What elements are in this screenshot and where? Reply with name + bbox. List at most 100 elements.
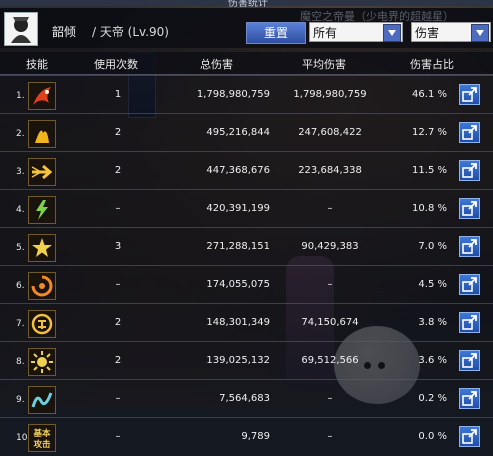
total-damage-cell: 139,025,132 bbox=[206, 355, 270, 366]
table-row: 10. 基本 攻击 –9,789–0.0 % bbox=[0, 417, 493, 456]
row-rank: 3. bbox=[16, 167, 25, 177]
star-strike-skill-icon bbox=[29, 235, 55, 261]
average-damage-cell: – bbox=[327, 203, 333, 214]
total-damage-cell: 1,798,980,759 bbox=[196, 89, 270, 100]
svg-text:攻击: 攻击 bbox=[33, 439, 51, 450]
row-rank: 7. bbox=[16, 319, 25, 329]
arrow-burst-skill-icon[interactable] bbox=[28, 158, 56, 186]
detail-button[interactable] bbox=[459, 236, 480, 257]
average-damage-cell: 90,429,383 bbox=[301, 241, 359, 252]
detail-button[interactable] bbox=[459, 426, 480, 447]
detail-button[interactable] bbox=[459, 198, 480, 219]
table-row: 4. – 420,391,199 – 10.8 % bbox=[0, 189, 493, 228]
damage-percent-cell: 3.8 % bbox=[418, 317, 447, 328]
uses-cell: – bbox=[115, 393, 121, 404]
uses-cell: – bbox=[115, 279, 121, 290]
export-icon bbox=[462, 163, 477, 178]
uses-cell: 1 bbox=[114, 89, 122, 100]
arrow-burst-skill-icon bbox=[29, 159, 55, 185]
export-icon bbox=[462, 239, 477, 254]
table-row: 5. 3 271,288,151 90,429,383 7.0 % bbox=[0, 227, 493, 266]
column-header-total: 总伤害 bbox=[200, 58, 233, 71]
flame-slash-skill-icon bbox=[29, 121, 55, 147]
column-header-percent: 伤害占比 bbox=[410, 58, 454, 71]
total-damage-cell: 7,564,683 bbox=[219, 393, 270, 404]
lightning-skill-icon[interactable] bbox=[28, 196, 56, 224]
row-rank: 6. bbox=[16, 281, 25, 291]
chevron-down-icon[interactable] bbox=[383, 24, 401, 42]
table-row: 8. 2 139,025,132 69,512,566 3.6 % bbox=[0, 341, 493, 380]
uses-cell: – bbox=[115, 431, 121, 442]
sun-skill-icon bbox=[29, 349, 55, 375]
export-icon bbox=[462, 125, 477, 140]
average-damage-cell: 1,798,980,759 bbox=[293, 89, 367, 100]
detail-button[interactable] bbox=[459, 350, 480, 371]
sort-select[interactable]: 伤害 bbox=[411, 22, 491, 42]
seal-ring-skill-icon[interactable] bbox=[28, 310, 56, 338]
export-icon bbox=[462, 429, 477, 444]
filter-select[interactable]: 所有 bbox=[309, 22, 403, 42]
phoenix-skill-icon[interactable] bbox=[28, 82, 56, 110]
phoenix-skill-icon bbox=[29, 83, 55, 109]
flame-slash-skill-icon[interactable] bbox=[28, 120, 56, 148]
star-strike-skill-icon[interactable] bbox=[28, 234, 56, 262]
window-titlebar[interactable]: 伤害统计 bbox=[0, 0, 493, 9]
table-row: 2. 2 495,216,844 247,608,422 12.7 % bbox=[0, 113, 493, 152]
damage-percent-cell: 3.6 % bbox=[418, 355, 447, 366]
table-row: 3. 2 447,368,676 223,684,338 11.5 % bbox=[0, 151, 493, 190]
detail-button[interactable] bbox=[459, 274, 480, 295]
character-name: 韶倾 bbox=[52, 25, 77, 39]
column-header-uses: 使用次数 bbox=[94, 58, 138, 71]
total-damage-cell: 174,055,075 bbox=[206, 279, 270, 290]
damage-percent-cell: 0.2 % bbox=[418, 393, 447, 404]
character-avatar bbox=[4, 12, 38, 46]
shadow-whirl-skill-icon[interactable] bbox=[28, 272, 56, 300]
sun-skill-icon[interactable] bbox=[28, 348, 56, 376]
detail-button[interactable] bbox=[459, 84, 480, 105]
character-portrait-icon bbox=[5, 13, 37, 45]
average-damage-cell: 223,684,338 bbox=[298, 165, 362, 176]
total-damage-cell: 495,216,844 bbox=[206, 127, 270, 138]
average-damage-cell: 69,512,566 bbox=[301, 355, 359, 366]
sort-select-value: 伤害 bbox=[415, 26, 440, 40]
average-damage-cell: 74,150,674 bbox=[301, 317, 359, 328]
character-class-level: / 天帝 (Lv.90) bbox=[92, 25, 169, 39]
uses-cell: 2 bbox=[114, 127, 122, 138]
svg-text:基本: 基本 bbox=[32, 428, 51, 439]
filter-select-value: 所有 bbox=[313, 26, 338, 40]
total-damage-cell: 9,789 bbox=[241, 431, 270, 442]
total-damage-cell: 447,368,676 bbox=[206, 165, 270, 176]
row-rank: 8. bbox=[16, 357, 25, 367]
table-row: 6. – 174,055,075 – 4.5 % bbox=[0, 265, 493, 304]
average-damage-cell: – bbox=[327, 279, 333, 290]
export-icon bbox=[462, 277, 477, 292]
basic-attack-skill-icon: 基本攻击 bbox=[29, 425, 55, 451]
table-header: 技能 使用次数 总伤害 平均伤害 伤害占比 bbox=[0, 52, 493, 75]
seal-ring-skill-icon bbox=[29, 311, 55, 337]
chevron-down-icon[interactable] bbox=[471, 24, 489, 42]
row-rank: 2. bbox=[16, 129, 25, 139]
row-rank: 4. bbox=[16, 205, 25, 215]
lightning-skill-icon bbox=[29, 197, 55, 223]
damage-percent-cell: 7.0 % bbox=[418, 241, 447, 252]
uses-cell: 2 bbox=[114, 165, 122, 176]
spirit-wave-skill-icon[interactable] bbox=[28, 386, 56, 414]
detail-button[interactable] bbox=[459, 312, 480, 333]
detail-button[interactable] bbox=[459, 388, 480, 409]
table-row: 1. 1 1,798,980,759 1,798,980,759 46.1 % bbox=[0, 75, 493, 114]
column-header-average: 平均伤害 bbox=[302, 58, 346, 71]
export-icon bbox=[462, 201, 477, 216]
export-icon bbox=[462, 87, 477, 102]
uses-cell: 2 bbox=[114, 355, 122, 366]
total-damage-cell: 148,301,349 bbox=[206, 317, 270, 328]
export-icon bbox=[462, 353, 477, 368]
detail-button[interactable] bbox=[459, 122, 480, 143]
average-damage-cell: 247,608,422 bbox=[298, 127, 362, 138]
detail-button[interactable] bbox=[459, 160, 480, 181]
total-damage-cell: 420,391,199 bbox=[206, 203, 270, 214]
export-icon bbox=[462, 391, 477, 406]
basic-attack-skill-icon[interactable]: 基本 攻击 bbox=[28, 424, 56, 452]
reset-button[interactable]: 重置 bbox=[246, 22, 306, 44]
row-rank: 9. bbox=[16, 395, 25, 405]
column-header-skill: 技能 bbox=[26, 58, 48, 71]
